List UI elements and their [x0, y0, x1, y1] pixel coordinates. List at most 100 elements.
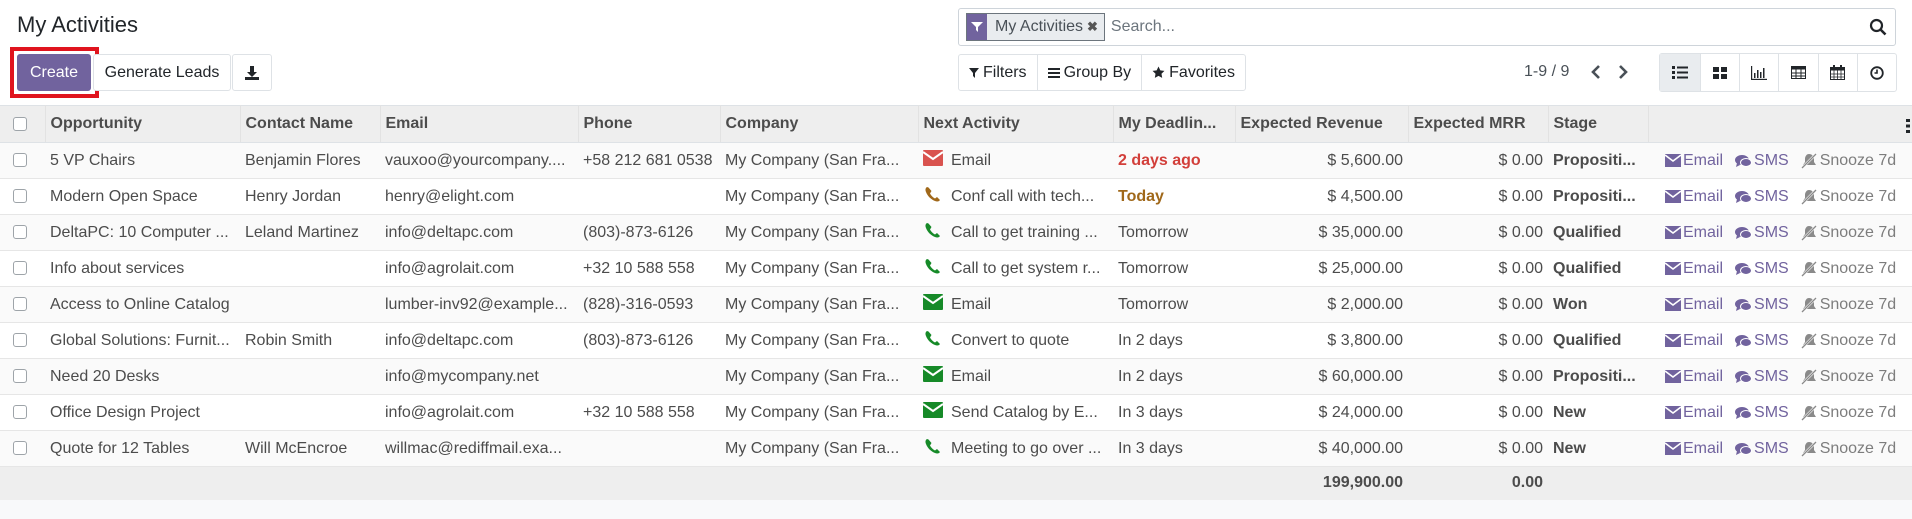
column-header[interactable]: Email — [380, 106, 578, 143]
optional-columns-icon[interactable] — [1906, 119, 1910, 138]
view-list-button[interactable] — [1660, 54, 1701, 91]
contact-cell[interactable]: Will McEncroe — [240, 431, 380, 467]
email-cell[interactable]: lumber-inv92@example... — [380, 287, 578, 323]
opportunity-cell[interactable]: Office Design Project — [45, 395, 240, 431]
column-header[interactable]: Stage — [1548, 106, 1648, 143]
opportunity-cell[interactable]: Modern Open Space — [45, 179, 240, 215]
row-checkbox[interactable] — [13, 225, 27, 239]
phone-icon[interactable] — [923, 330, 943, 351]
view-pivot-button[interactable] — [1779, 54, 1818, 91]
deadline-cell[interactable]: Tomorrow — [1113, 251, 1235, 287]
expected-mrr-cell[interactable]: $ 0.00 — [1408, 395, 1548, 431]
select-all-checkbox[interactable] — [13, 117, 27, 131]
deadline-cell[interactable]: Tomorrow — [1113, 215, 1235, 251]
phone-cell[interactable]: (828)-316-0593 — [578, 287, 720, 323]
snooze-action-button[interactable]: Snooze 7d — [1801, 368, 1897, 386]
email-action-button[interactable]: Email — [1665, 224, 1723, 242]
next-activity-cell[interactable]: Email — [918, 359, 1113, 395]
favorites-button[interactable]: Favorites — [1142, 55, 1245, 90]
expected-revenue-cell[interactable]: $ 25,000.00 — [1235, 251, 1408, 287]
row-checkbox[interactable] — [13, 261, 27, 275]
column-header[interactable]: Expected MRR — [1408, 106, 1548, 143]
expected-mrr-cell[interactable]: $ 0.00 — [1408, 251, 1548, 287]
row-checkbox[interactable] — [13, 441, 27, 455]
stage-cell[interactable]: Propositi... — [1548, 143, 1648, 179]
snooze-action-button[interactable]: Snooze 7d — [1801, 188, 1897, 206]
snooze-action-button[interactable]: Snooze 7d — [1801, 224, 1897, 242]
expected-revenue-cell[interactable]: $ 60,000.00 — [1235, 359, 1408, 395]
email-action-button[interactable]: Email — [1665, 404, 1723, 422]
next-activity-cell[interactable]: Conf call with tech... — [918, 179, 1113, 215]
pager-previous-button[interactable] — [1586, 60, 1606, 84]
envelope-icon[interactable] — [923, 366, 943, 387]
deadline-cell[interactable]: In 2 days — [1113, 359, 1235, 395]
deadline-cell[interactable]: In 3 days — [1113, 395, 1235, 431]
row-checkbox[interactable] — [13, 189, 27, 203]
envelope-icon[interactable] — [923, 150, 943, 171]
next-activity-cell[interactable]: Call to get system r... — [918, 251, 1113, 287]
view-graph-button[interactable] — [1740, 54, 1779, 91]
sms-action-button[interactable]: SMS — [1735, 296, 1789, 314]
table-row[interactable]: Office Design Project info@agrolait.com … — [0, 395, 1912, 431]
view-kanban-button[interactable] — [1701, 54, 1740, 91]
company-cell[interactable]: My Company (San Fra... — [720, 431, 918, 467]
email-cell[interactable]: info@deltapc.com — [380, 323, 578, 359]
row-checkbox[interactable] — [13, 405, 27, 419]
table-row[interactable]: DeltaPC: 10 Computer ... Leland Martinez… — [0, 215, 1912, 251]
email-action-button[interactable]: Email — [1665, 296, 1723, 314]
pager-next-button[interactable] — [1613, 60, 1633, 84]
expected-revenue-cell[interactable]: $ 40,000.00 — [1235, 431, 1408, 467]
next-activity-cell[interactable]: Call to get training ... — [918, 215, 1113, 251]
row-checkbox[interactable] — [13, 153, 27, 167]
deadline-cell[interactable]: In 3 days — [1113, 431, 1235, 467]
row-checkbox[interactable] — [13, 369, 27, 383]
expected-mrr-cell[interactable]: $ 0.00 — [1408, 431, 1548, 467]
email-cell[interactable]: henry@elight.com — [380, 179, 578, 215]
search-facet-my-activities[interactable]: My Activities ✖ — [966, 13, 1105, 41]
snooze-action-button[interactable]: Snooze 7d — [1801, 296, 1897, 314]
company-cell[interactable]: My Company (San Fra... — [720, 179, 918, 215]
column-header[interactable]: Contact Name — [240, 106, 380, 143]
next-activity-cell[interactable]: Email — [918, 287, 1113, 323]
stage-cell[interactable]: Qualified — [1548, 215, 1648, 251]
phone-cell[interactable]: (803)-873-6126 — [578, 323, 720, 359]
expected-mrr-cell[interactable]: $ 0.00 — [1408, 359, 1548, 395]
table-row[interactable]: Info about services info@agrolait.com +3… — [0, 251, 1912, 287]
sms-action-button[interactable]: SMS — [1735, 224, 1789, 242]
stage-cell[interactable]: Qualified — [1548, 251, 1648, 287]
company-cell[interactable]: My Company (San Fra... — [720, 215, 918, 251]
phone-cell[interactable] — [578, 359, 720, 395]
expected-mrr-cell[interactable]: $ 0.00 — [1408, 179, 1548, 215]
opportunity-cell[interactable]: DeltaPC: 10 Computer ... — [45, 215, 240, 251]
email-action-button[interactable]: Email — [1665, 188, 1723, 206]
opportunity-cell[interactable]: Need 20 Desks — [45, 359, 240, 395]
table-row[interactable]: 5 VP Chairs Benjamin Flores vauxoo@yourc… — [0, 143, 1912, 179]
sms-action-button[interactable]: SMS — [1735, 188, 1789, 206]
company-cell[interactable]: My Company (San Fra... — [720, 251, 918, 287]
view-activity-button[interactable] — [1858, 54, 1896, 91]
search-icon[interactable] — [1869, 18, 1887, 41]
envelope-icon[interactable] — [923, 294, 943, 315]
contact-cell[interactable] — [240, 287, 380, 323]
sms-action-button[interactable]: SMS — [1735, 368, 1789, 386]
contact-cell[interactable] — [240, 359, 380, 395]
expected-revenue-cell[interactable]: $ 3,800.00 — [1235, 323, 1408, 359]
opportunity-cell[interactable]: 5 VP Chairs — [45, 143, 240, 179]
snooze-action-button[interactable]: Snooze 7d — [1801, 332, 1897, 350]
envelope-icon[interactable] — [923, 402, 943, 423]
snooze-action-button[interactable]: Snooze 7d — [1801, 260, 1897, 278]
deadline-cell[interactable]: Tomorrow — [1113, 287, 1235, 323]
email-cell[interactable]: vauxoo@yourcompany.... — [380, 143, 578, 179]
company-cell[interactable]: My Company (San Fra... — [720, 143, 918, 179]
snooze-action-button[interactable]: Snooze 7d — [1801, 152, 1897, 170]
column-header[interactable]: Expected Revenue — [1235, 106, 1408, 143]
phone-cell[interactable]: +58 212 681 0538 — [578, 143, 720, 179]
email-action-button[interactable]: Email — [1665, 260, 1723, 278]
table-row[interactable]: Access to Online Catalog lumber-inv92@ex… — [0, 287, 1912, 323]
row-checkbox[interactable] — [13, 333, 27, 347]
stage-cell[interactable]: Won — [1548, 287, 1648, 323]
contact-cell[interactable] — [240, 395, 380, 431]
expected-revenue-cell[interactable]: $ 5,600.00 — [1235, 143, 1408, 179]
opportunity-cell[interactable]: Access to Online Catalog — [45, 287, 240, 323]
sms-action-button[interactable]: SMS — [1735, 152, 1789, 170]
